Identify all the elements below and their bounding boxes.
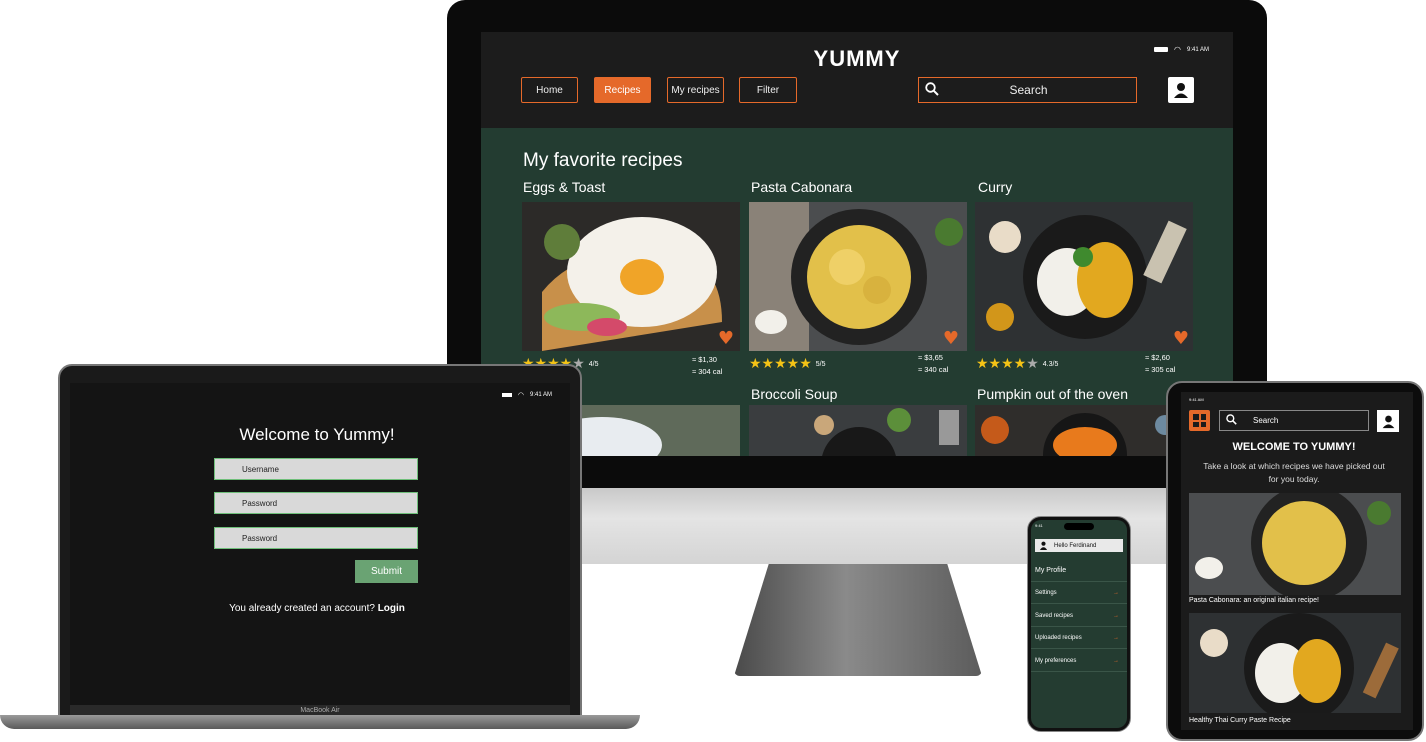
password-field[interactable]: Password <box>214 492 418 514</box>
laptop-status-bar: ◠ 9:41 AM <box>501 391 552 399</box>
recipe-image-broccoli-soup[interactable] <box>749 405 967 456</box>
nav-recipes-button[interactable]: Recipes <box>594 77 651 103</box>
tablet-subtitle: Take a look at which recipes we have pic… <box>1203 461 1385 484</box>
account-prompt-text: You already created an account? <box>229 603 375 614</box>
recipe-title: Pasta Cabonara <box>751 179 853 195</box>
recipe-meta: ≈ $3,65 ≈ 340 cal <box>918 352 948 376</box>
nav-home-button[interactable]: Home <box>521 77 578 103</box>
recipe-title: Broccoli Soup <box>751 386 838 402</box>
tablet-recipe-image-pasta[interactable] <box>1189 493 1401 595</box>
phone-menu-saved-recipes[interactable]: Saved recipes → <box>1031 605 1127 627</box>
arrow-right-icon: → <box>1113 657 1119 664</box>
section-title: My favorite recipes <box>523 150 683 171</box>
desktop-header: ◠ 9:41 AM YUMMY Home Recipes My recipes … <box>481 32 1233 128</box>
tablet-caption: Healthy Thai Curry Paste Recipe <box>1189 717 1291 724</box>
recipe-image-pasta-carbonara[interactable]: ♥ <box>749 202 967 351</box>
phone-status-time: 9:41 <box>1035 523 1043 528</box>
recipe-title: Pumpkin out of the oven <box>977 386 1128 402</box>
recipe-calories: ≈ 304 cal <box>692 367 723 376</box>
phone-greeting: Hello Ferdinand <box>1054 542 1097 549</box>
recipe-price: ≈ $1,30 <box>692 355 717 364</box>
favorite-heart-icon[interactable]: ♥ <box>718 328 734 349</box>
desktop-search-input[interactable]: Search <box>918 77 1137 103</box>
desktop-screen: ◠ 9:41 AM YUMMY Home Recipes My recipes … <box>481 32 1233 456</box>
favorite-heart-icon[interactable]: ♥ <box>1173 328 1189 349</box>
tablet-status-time: 9:41 AM <box>1189 397 1204 402</box>
recipe-calories: ≈ 340 cal <box>918 365 949 374</box>
tablet-screen: 9:41 AM Search WELCOME TO YUMMY! Take a … <box>1181 392 1413 730</box>
submit-button[interactable]: Submit <box>355 560 418 583</box>
login-prompt: You already created an account? Login <box>70 603 564 614</box>
user-icon <box>1039 541 1048 550</box>
arrow-right-icon: → <box>1113 612 1119 619</box>
rating-score: 5/5 <box>815 360 826 368</box>
phone-menu-preferences[interactable]: My preferences → <box>1031 650 1127 672</box>
recipe-price: ≈ $2,60 <box>1145 353 1170 362</box>
username-field[interactable]: Username <box>214 458 418 480</box>
recipe-title: Curry <box>978 179 1013 195</box>
laptop-base <box>0 715 640 729</box>
menu-label: Uploaded recipes <box>1035 634 1082 641</box>
status-time: 9:41 AM <box>529 392 552 398</box>
tablet-user-button[interactable] <box>1377 410 1399 432</box>
tablet-search-input[interactable]: Search <box>1219 410 1369 431</box>
menu-label: Saved recipes <box>1035 612 1074 619</box>
arrow-right-icon: → <box>1113 634 1119 641</box>
phone-menu-settings[interactable]: Settings → <box>1031 582 1127 604</box>
arrow-right-icon: → <box>1113 589 1119 596</box>
recipe-meta: ≈ $1,30 ≈ 304 cal <box>692 354 722 378</box>
phone-greeting-bar: Hello Ferdinand <box>1035 539 1123 552</box>
user-icon <box>1174 83 1188 98</box>
laptop-screen: ◠ 9:41 AM Welcome to Yummy! Username Pas… <box>70 383 570 705</box>
rating-stars: ★★★★ ★ 4.3/5 <box>976 356 1059 372</box>
battery-icon <box>501 393 512 397</box>
recipe-title: Eggs & Toast <box>523 179 606 195</box>
phone-profile-heading: My Profile <box>1035 567 1067 574</box>
recipe-price: ≈ $3,65 <box>918 353 943 362</box>
confirm-password-field[interactable]: Password <box>214 527 418 549</box>
tablet-caption: Pasta Cabonara: an original italian reci… <box>1189 597 1319 604</box>
phone-screen: 9:41 Hello Ferdinand My Profile Settings… <box>1031 520 1127 728</box>
rating-stars: ★★★★★ 5/5 <box>749 356 826 372</box>
desktop-content: My favorite recipes Eggs & Toast ♥ ★★★★★… <box>481 128 1233 456</box>
search-icon <box>925 81 939 99</box>
welcome-title: Welcome to Yummy! <box>239 425 395 444</box>
phone-notch <box>1064 523 1094 530</box>
menu-label: Settings <box>1035 589 1057 596</box>
recipe-calories: ≈ 305 cal <box>1145 365 1176 374</box>
tablet-menu-grid-icon[interactable] <box>1189 410 1210 431</box>
recipe-image-eggs-toast[interactable]: ♥ <box>522 202 740 351</box>
brand-title: YUMMY <box>813 46 901 71</box>
nav-my-recipes-button[interactable]: My recipes <box>667 77 724 103</box>
tablet-title: WELCOME TO YUMMY! <box>1232 441 1356 453</box>
tablet-recipe-image-curry[interactable] <box>1189 613 1401 713</box>
search-label: Search <box>1009 83 1048 97</box>
phone-menu-uploaded-recipes[interactable]: Uploaded recipes → <box>1031 627 1127 649</box>
recipe-image-pumpkin[interactable] <box>975 405 1193 456</box>
rating-score: 4/5 <box>588 360 599 368</box>
search-label: Search <box>1253 416 1279 425</box>
favorite-heart-icon[interactable]: ♥ <box>943 328 959 349</box>
imac-stand <box>734 564 982 676</box>
login-link[interactable]: Login <box>378 603 405 614</box>
recipe-meta: ≈ $2,60 ≈ 305 cal <box>1145 352 1175 376</box>
nav-filter-button[interactable]: Filter <box>739 77 797 103</box>
search-icon <box>1226 414 1237 427</box>
wifi-icon: ◠ <box>517 392 524 399</box>
recipe-image-curry[interactable]: ♥ <box>975 202 1193 351</box>
user-profile-button[interactable] <box>1168 77 1194 103</box>
rating-score: 4.3/5 <box>1042 360 1059 368</box>
user-icon <box>1382 415 1394 428</box>
menu-label: My preferences <box>1035 657 1077 664</box>
